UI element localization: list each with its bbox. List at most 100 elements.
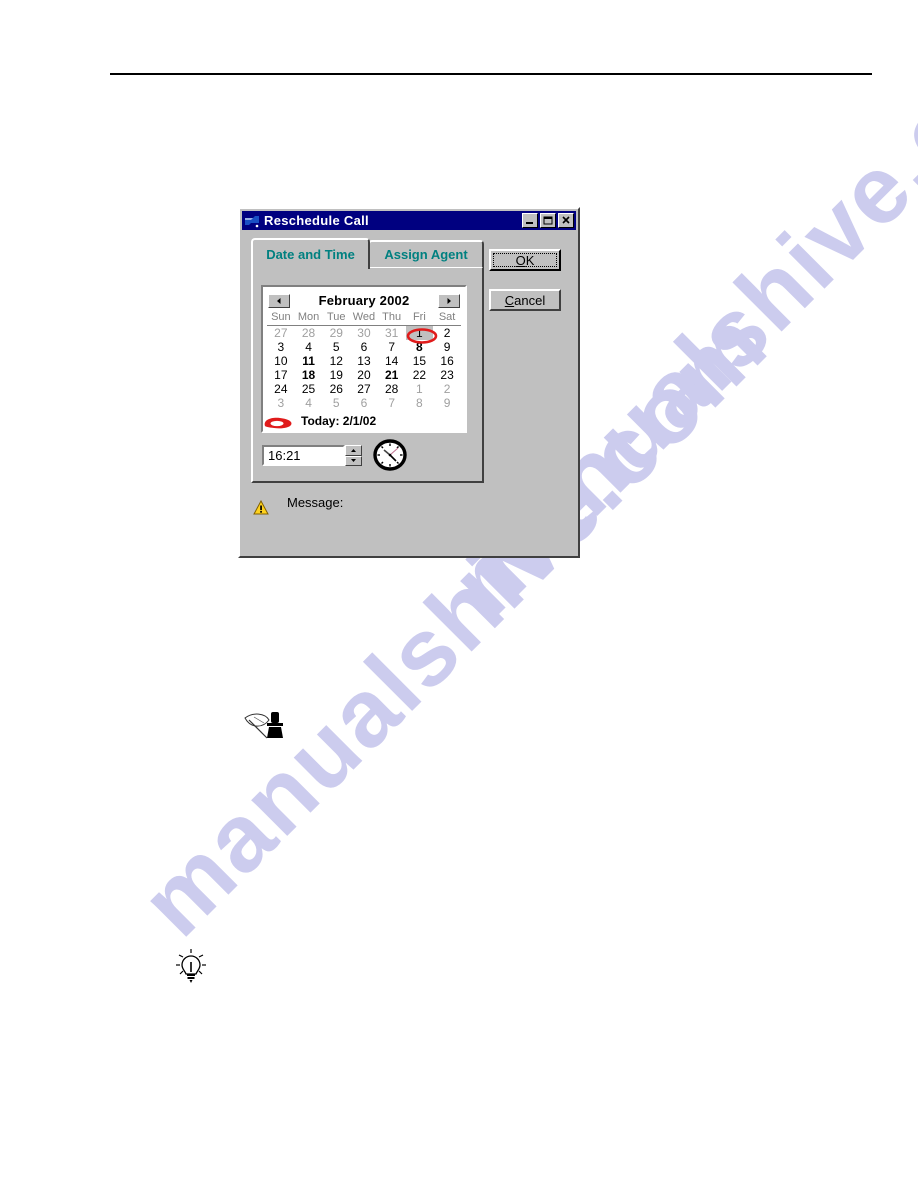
cancel-button-label: Cancel [504,292,546,308]
calendar-day-adjacent-month[interactable]: 27 [267,326,295,341]
calendar-day[interactable]: 25 [295,382,323,396]
calendar-day-adjacent-month[interactable]: 30 [350,326,378,341]
calendar-day-adjacent-month[interactable]: 29 [322,326,350,341]
quill-and-inkwell-icon [243,708,291,750]
calendar-day[interactable]: 16 [433,354,461,368]
calendar-day[interactable]: 7 [378,340,406,354]
calendar-day[interactable]: 8 [406,340,434,354]
month-calendar[interactable]: February 2002 Sun Mon Tue Wed Thu Fri Sat 27 28… [261,285,467,433]
calendar-day-adjacent-month[interactable]: 6 [350,396,378,410]
time-spinner[interactable] [345,445,362,466]
prev-month-button[interactable] [268,293,290,308]
calendar-day-adjacent-month[interactable]: 7 [378,396,406,410]
lightbulb-tip-icon [175,948,207,984]
dialog-titlebar[interactable]: Reschedule Call [242,211,576,230]
time-input[interactable]: 16:21 [262,445,345,466]
calendar-day-adjacent-month[interactable]: 28 [295,326,323,341]
page-header-rule [110,73,872,75]
calendar-day[interactable]: 4 [295,340,323,354]
tab-assign-agent[interactable]: Assign Agent [368,240,484,267]
spinner-up-button[interactable] [345,445,362,456]
calendar-day[interactable]: 17 [267,368,295,382]
calendar-day[interactable]: 10 [267,354,295,368]
tab-strip: Assign Agent Date and Time [251,238,484,269]
calendar-weekday-header: Sun [267,311,295,326]
calendar-day[interactable]: 15 [406,354,434,368]
tab-date-and-time[interactable]: Date and Time [251,238,370,269]
calendar-day[interactable]: 23 [433,368,461,382]
minimize-button[interactable] [522,213,538,228]
next-month-button[interactable] [437,293,460,308]
warning-triangle-icon [253,499,269,515]
calendar-grid[interactable]: Sun Mon Tue Wed Thu Fri Sat 27 28 29 30 31 1 2 3 4 5 6 7 8… [263,311,465,410]
dialog-title: Reschedule Call [264,213,369,228]
calendar-day[interactable]: 27 [350,382,378,396]
maximize-button[interactable] [540,213,556,228]
calendar-day[interactable]: 6 [350,340,378,354]
calendar-body: 27 28 29 30 31 1 2 3 4 5 6 7 8 9 10 11 12 13 14 15 16 17 18 19 2… [267,325,461,410]
ok-button-label: OK [515,252,535,268]
calendar-day-adjacent-month[interactable]: 4 [295,396,323,410]
tab-label: Assign Agent [384,247,468,262]
calendar-day[interactable]: 14 [378,354,406,368]
calendar-day-adjacent-month[interactable]: 31 [378,326,406,341]
calendar-week-row: 3456789 [267,340,461,354]
calendar-weekday-header: Sat [433,311,461,326]
spinner-down-button[interactable] [345,455,362,466]
chevron-left-icon [277,297,281,304]
calendar-day[interactable]: 3 [267,340,295,354]
ok-button-focus-ring: OK [493,252,557,268]
tab-label: Date and Time [266,247,355,262]
time-value: 16:21 [268,448,301,463]
reschedule-call-dialog: Reschedule Call Assign Agent Date and Ti… [238,207,580,558]
calendar-day-adjacent-month[interactable]: 8 [406,396,434,410]
calendar-week-row: 24 25 26 27 28 1 2 [267,382,461,396]
calendar-day-adjacent-month[interactable]: 3 [267,396,295,410]
calendar-today-label[interactable]: Today: 2/1/02 [267,414,376,428]
calendar-day[interactable]: 18 [295,368,323,382]
calendar-day[interactable]: 24 [267,382,295,396]
calendar-day[interactable]: 9 [433,340,461,354]
minimize-icon [526,222,533,224]
calendar-weekday-header: Fri [405,311,434,326]
calendar-day[interactable]: 5 [322,340,350,354]
vb-app-icon [244,214,260,228]
calendar-weekday-header: Mon [294,311,323,326]
calendar-day[interactable]: 22 [406,368,434,382]
calendar-week-row: 27 28 29 30 31 1 2 [267,325,461,341]
page-watermark: manualshive.com manualshive.com [0,0,918,1188]
calendar-day-selected[interactable]: 1 [405,325,434,340]
calendar-day[interactable]: 26 [322,382,350,396]
calendar-week-row: 3456789 [267,396,461,410]
calendar-weekday-row: Sun Mon Tue Wed Thu Fri Sat [267,311,461,326]
calendar-day[interactable]: 21 [378,368,406,382]
calendar-week-row: 10 11 12 13 14 15 16 [267,354,461,368]
ok-button[interactable]: OK [489,249,561,271]
calendar-day[interactable]: 19 [322,368,350,382]
calendar-day[interactable]: 13 [350,354,378,368]
calendar-day-adjacent-month[interactable]: 5 [322,396,350,410]
calendar-day[interactable]: 28 [378,382,406,396]
calendar-day-adjacent-month[interactable]: 1 [406,382,434,396]
calendar-weekday-header: Wed [350,311,378,326]
caret-up-icon [351,448,356,452]
calendar-day[interactable]: 11 [295,354,323,368]
calendar-header: February 2002 [263,287,465,311]
calendar-day-adjacent-month[interactable]: 2 [433,382,461,396]
calendar-weekday-header: Tue [322,311,351,326]
calendar-weekday-header: Thu [377,311,406,326]
close-button[interactable] [558,213,574,228]
analog-clock-icon [373,439,407,471]
calendar-day-adjacent-month[interactable]: 9 [433,396,461,410]
calendar-table: Sun Mon Tue Wed Thu Fri Sat 27 28 29 30 31 1 2 3 4 5 6 7 8… [267,311,461,410]
chevron-right-icon [447,297,451,304]
close-icon [562,216,570,224]
maximize-icon [543,216,553,225]
caret-down-icon [351,459,356,463]
calendar-day[interactable]: 2 [433,326,461,341]
calendar-day[interactable]: 12 [322,354,350,368]
calendar-day[interactable]: 20 [350,368,378,382]
cancel-button[interactable]: Cancel [489,289,561,311]
calendar-month-title: February 2002 [318,293,410,308]
message-label: Message: [287,495,344,510]
